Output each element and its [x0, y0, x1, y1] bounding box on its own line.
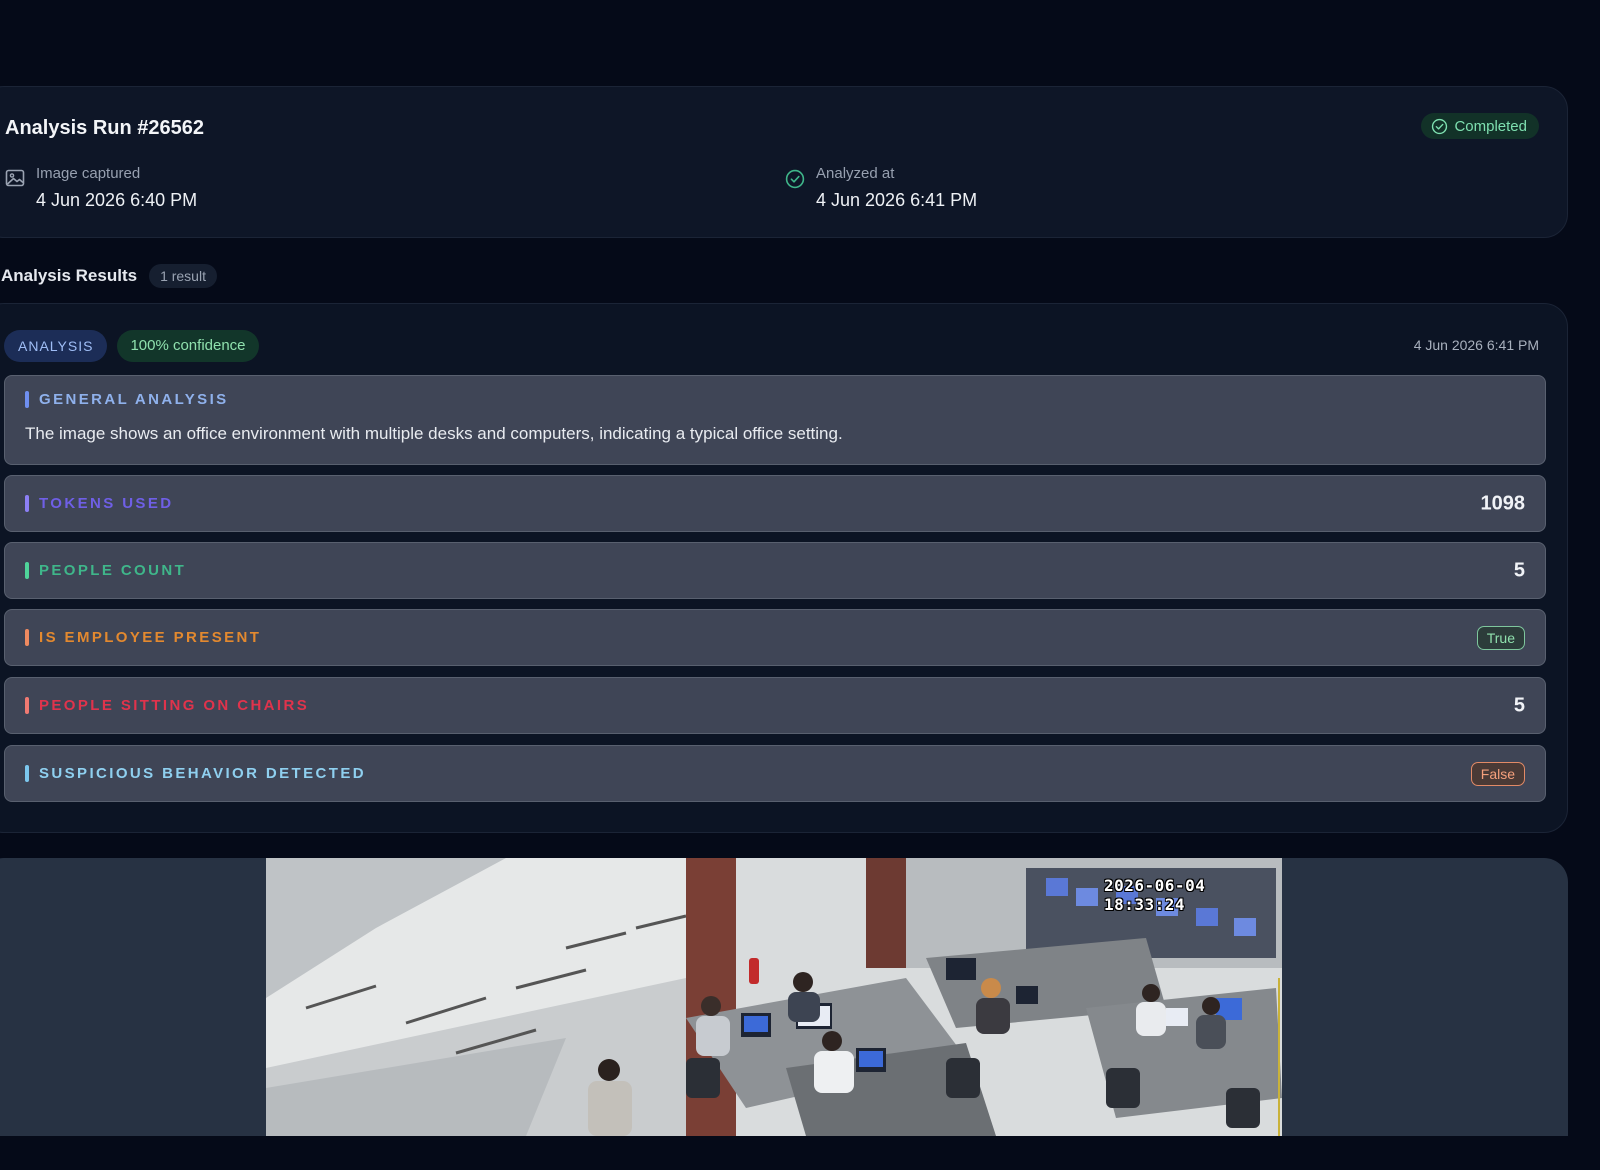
- result-card: ANALYSIS 100% confidence 4 Jun 2026 6:41…: [0, 303, 1568, 833]
- people-sitting-row: PEOPLE SITTING ON CHAIRS 5: [4, 677, 1546, 734]
- general-analysis-text: The image shows an office environment wi…: [25, 424, 843, 443]
- status-label: Completed: [1454, 117, 1527, 135]
- people-count-label: PEOPLE COUNT: [25, 562, 186, 579]
- image-captured-label: Image captured: [36, 165, 141, 182]
- results-count-badge: 1 result: [149, 264, 217, 288]
- suspicious-behavior-label: SUSPICIOUS BEHAVIOR DETECTED: [25, 765, 366, 782]
- image-captured-meta: Image captured 4 Jun 2026 6:40 PM: [4, 165, 197, 211]
- people-sitting-label: PEOPLE SITTING ON CHAIRS: [25, 697, 309, 714]
- analysis-tag: ANALYSIS: [4, 330, 108, 362]
- image-captured-value: 4 Jun 2026 6:40 PM: [36, 190, 198, 210]
- tokens-used-label: TOKENS USED: [25, 495, 173, 512]
- status-badge: Completed: [1421, 113, 1539, 139]
- confidence-badge: 100% confidence: [117, 330, 259, 362]
- check-circle-icon: [785, 169, 805, 189]
- analyzed-at-value: 4 Jun 2026 6:41 PM: [816, 190, 978, 210]
- captured-image-panel: 2026-06-04 18:33:24: [0, 858, 1568, 1136]
- suspicious-behavior-badge: False: [1470, 761, 1525, 786]
- result-timestamp: 4 Jun 2026 6:41 PM: [1413, 337, 1539, 353]
- camera-image[interactable]: 2026-06-04 18:33:24: [266, 858, 1282, 1136]
- tokens-used-row: TOKENS USED 1098: [4, 475, 1546, 532]
- employee-present-label: IS EMPLOYEE PRESENT: [25, 629, 261, 646]
- page-title: Analysis Run #26562: [5, 117, 204, 139]
- camera-timestamp: 2026-06-04 18:33:24: [1104, 876, 1206, 914]
- analyzed-at-meta: Analyzed at 4 Jun 2026 6:41 PM: [784, 165, 977, 211]
- employee-present-row: IS EMPLOYEE PRESENT True: [4, 609, 1546, 666]
- result-tags: ANALYSIS 100% confidence: [4, 330, 259, 362]
- suspicious-behavior-row: SUSPICIOUS BEHAVIOR DETECTED False: [4, 745, 1546, 802]
- people-count-value: 5: [1513, 559, 1525, 581]
- people-sitting-value: 5: [1513, 694, 1525, 716]
- results-title: Analysis Results: [1, 266, 138, 285]
- employee-present-badge: True: [1476, 625, 1525, 650]
- general-analysis-label: GENERAL ANALYSIS: [25, 391, 229, 408]
- general-analysis-row: GENERAL ANALYSIS The image shows an offi…: [4, 375, 1546, 465]
- analyzed-at-label: Analyzed at: [816, 165, 895, 182]
- check-circle-icon: [1432, 118, 1448, 134]
- image-icon: [5, 169, 25, 187]
- tokens-used-value: 1098: [1480, 492, 1526, 514]
- people-count-row: PEOPLE COUNT 5: [4, 542, 1546, 599]
- results-header: Analysis Results 1 result: [1, 264, 217, 288]
- run-card: Analysis Run #26562 Completed Image capt…: [0, 86, 1568, 238]
